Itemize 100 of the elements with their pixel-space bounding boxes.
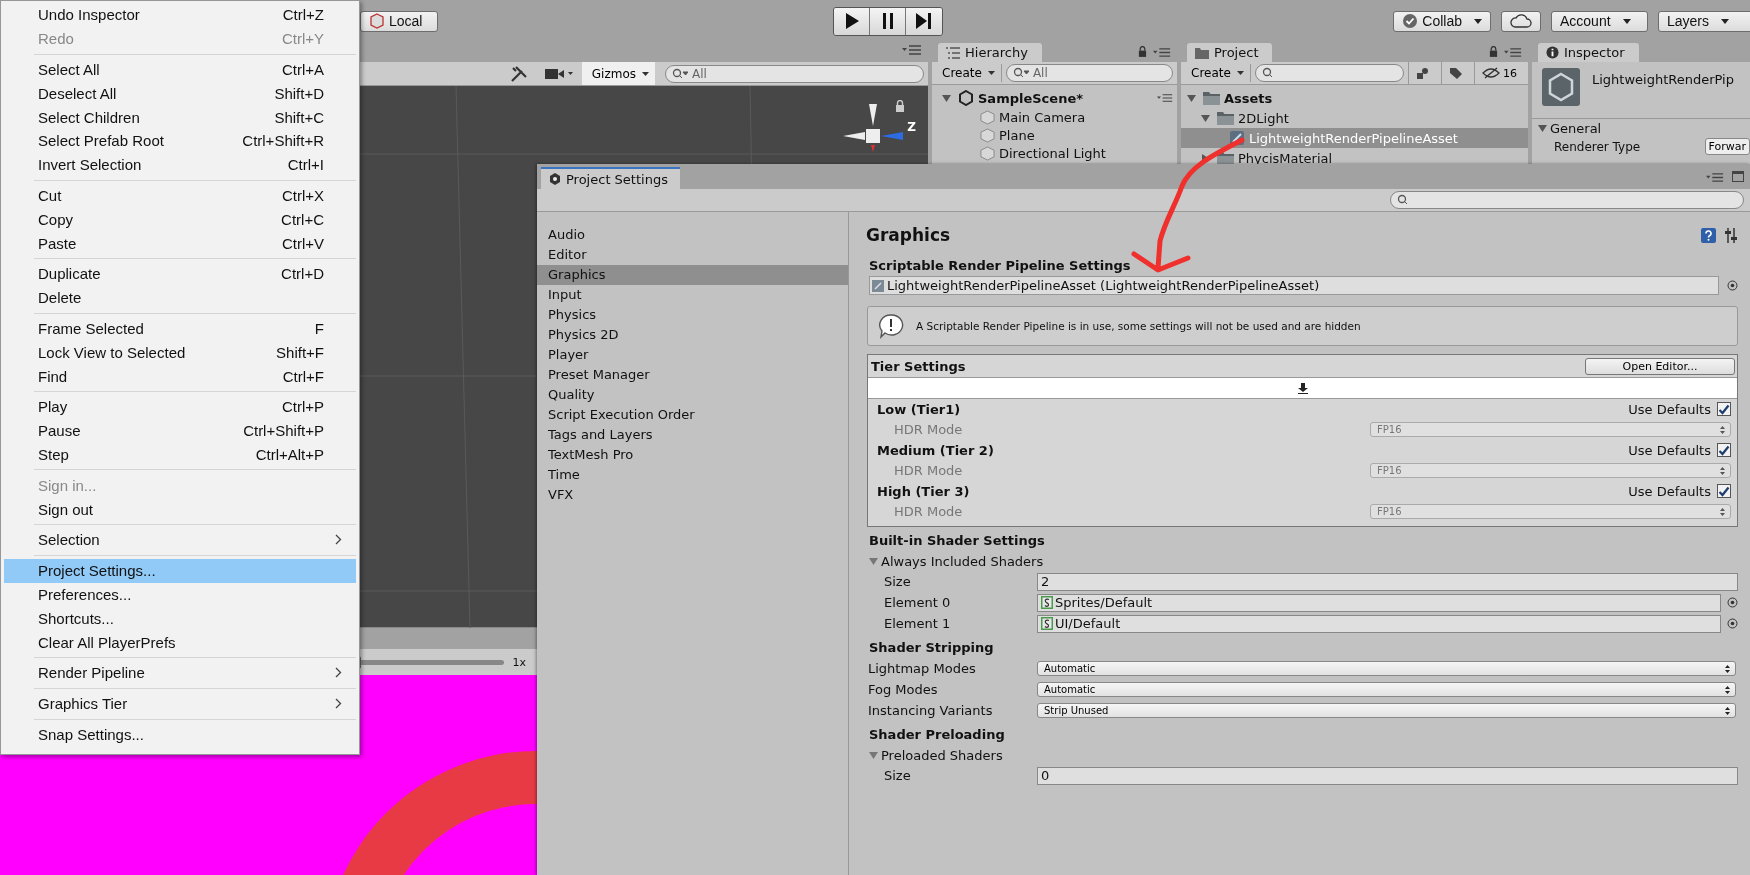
size-field[interactable]: 0 <box>1037 766 1738 785</box>
settings-category[interactable]: Preset Manager <box>537 365 848 385</box>
scene-name[interactable]: SampleScene* <box>978 90 1083 106</box>
foldout-triangle-icon[interactable] <box>1201 113 1210 123</box>
menu-item[interactable]: Cut Ctrl+X <box>4 183 356 208</box>
stripping-dropdown[interactable]: Strip Unused <box>1037 703 1736 718</box>
lock-icon[interactable] <box>895 100 905 112</box>
settings-category[interactable]: Script Execution Order <box>537 405 848 425</box>
menu-item[interactable]: Delete <box>4 285 356 310</box>
pivot-button[interactable]: Local <box>360 10 438 32</box>
layers-dropdown[interactable]: Layers <box>1658 10 1750 32</box>
menu-item[interactable]: Find Ctrl+F <box>4 364 356 388</box>
hidden-packages-button[interactable]: 16 <box>1474 62 1524 84</box>
tools-icon[interactable] <box>509 64 528 83</box>
menu-item[interactable]: Lock View to Selected Shift+F <box>4 340 356 365</box>
download-arrow-icon[interactable] <box>1297 382 1308 394</box>
section-foldout[interactable]: General <box>1532 119 1750 138</box>
panel-menu-icon[interactable] <box>902 44 922 55</box>
shader-field[interactable]: Sprites/Default <box>1037 593 1721 612</box>
menu-item[interactable]: Deselect All Shift+D <box>4 81 356 106</box>
menu-item[interactable]: Selection <box>4 527 356 552</box>
panel-menu-icon[interactable] <box>1504 48 1522 57</box>
axis-gizmo-drawing[interactable] <box>843 102 904 152</box>
help-icon[interactable] <box>1701 227 1716 243</box>
camera-icon[interactable] <box>543 66 574 81</box>
project-tree-item[interactable]: 2DLight <box>1181 108 1528 128</box>
shader-field[interactable]: UI/Default <box>1037 614 1721 633</box>
pause-button[interactable] <box>870 7 906 35</box>
menu-item[interactable]: Step Ctrl+Alt+P <box>4 442 356 467</box>
lock-icon[interactable] <box>1489 46 1498 57</box>
settings-category[interactable]: Physics <box>537 305 848 325</box>
menu-item[interactable]: Project Settings... <box>4 558 356 583</box>
menu-item[interactable]: Play Ctrl+P <box>4 394 356 419</box>
foldout-triangle-icon[interactable] <box>1187 93 1196 103</box>
menu-item[interactable]: Copy Ctrl+C <box>4 207 356 232</box>
panel-menu-icon[interactable] <box>1706 173 1724 182</box>
project-tree-item[interactable]: Assets <box>1181 88 1528 108</box>
menu-item[interactable]: Invert Selection Ctrl+I <box>4 152 356 177</box>
hierarchy-search-field[interactable]: All <box>1005 64 1173 82</box>
settings-search-field[interactable] <box>1390 191 1744 209</box>
gizmos-dropdown[interactable]: Gizmos <box>581 62 655 85</box>
stripping-dropdown[interactable]: Automatic <box>1037 661 1736 676</box>
project-search-field[interactable] <box>1254 64 1404 82</box>
menu-item[interactable]: Frame Selected F <box>4 316 356 341</box>
play-button[interactable] <box>834 7 870 35</box>
menu-item[interactable]: Duplicate Ctrl+D <box>4 261 356 286</box>
scene-menu-icon[interactable] <box>1157 94 1173 102</box>
settings-category[interactable]: Audio <box>537 225 848 245</box>
use-defaults-checkbox[interactable] <box>1717 402 1731 417</box>
inspector-tab[interactable]: Inspector <box>1538 43 1639 62</box>
shaders-foldout[interactable]: Preloaded Shaders <box>866 745 1738 765</box>
hierarchy-item[interactable]: Main Camera <box>932 108 1177 126</box>
menu-item[interactable]: Shortcuts... <box>4 606 356 631</box>
use-defaults-checkbox[interactable] <box>1717 443 1731 458</box>
renderer-type-dropdown[interactable]: Forwar <box>1704 138 1750 155</box>
settings-category[interactable]: Time <box>537 465 848 485</box>
use-defaults-checkbox[interactable] <box>1717 484 1731 499</box>
hierarchy-item[interactable]: Plane <box>932 126 1177 144</box>
menu-item[interactable]: Select Children Shift+C <box>4 105 356 129</box>
menu-item[interactable]: Graphics Tier <box>4 691 356 716</box>
settings-category[interactable]: TextMesh Pro <box>537 445 848 465</box>
settings-category[interactable]: Input <box>537 285 848 305</box>
sliders-icon[interactable] <box>1724 227 1738 243</box>
object-picker-icon[interactable] <box>1727 618 1738 629</box>
menu-item[interactable]: Paste Ctrl+V <box>4 231 356 255</box>
account-dropdown[interactable]: Account <box>1551 10 1648 32</box>
project-tab[interactable]: Project <box>1187 43 1273 62</box>
pipeline-asset-field[interactable]: LightweightRenderPipelineAsset (LightweightRenderPipelineAsset) <box>869 276 1719 295</box>
project-settings-tab[interactable]: Project Settings <box>541 167 680 189</box>
settings-category[interactable]: Quality <box>537 385 848 405</box>
lock-icon[interactable] <box>1138 46 1147 57</box>
menu-item[interactable]: Select Prefab Root Ctrl+Shift+R <box>4 129 356 153</box>
settings-category[interactable]: Graphics <box>537 265 848 285</box>
object-picker-icon[interactable] <box>1727 597 1738 608</box>
menu-item[interactable]: Undo Inspector Ctrl+Z <box>4 3 356 27</box>
hierarchy-tab[interactable]: Hierarchy <box>938 43 1042 62</box>
hierarchy-item[interactable]: Directional Light <box>932 144 1177 162</box>
shaders-foldout[interactable]: Always Included Shaders <box>866 551 1738 571</box>
menu-item[interactable]: Clear All PlayerPrefs <box>4 630 356 654</box>
stripping-dropdown[interactable]: Automatic <box>1037 682 1736 697</box>
scene-search-field[interactable]: All <box>665 64 924 83</box>
settings-category[interactable]: Editor <box>537 245 848 265</box>
menu-item[interactable]: Snap Settings... <box>4 722 356 747</box>
panel-menu-icon[interactable] <box>1153 48 1171 57</box>
menu-item[interactable]: Pause Ctrl+Shift+P <box>4 418 356 443</box>
menu-item[interactable]: Render Pipeline <box>4 660 356 685</box>
foldout-triangle-icon[interactable] <box>942 93 951 103</box>
settings-category[interactable]: Physics 2D <box>537 325 848 345</box>
open-editor-button[interactable]: Open Editor... <box>1585 357 1735 375</box>
maximize-icon[interactable] <box>1732 171 1744 182</box>
menu-item[interactable]: Sign out <box>4 497 356 521</box>
create-dropdown[interactable]: Create <box>936 64 1002 82</box>
step-button[interactable] <box>906 7 942 35</box>
collab-dropdown[interactable]: Collab <box>1393 10 1491 32</box>
foldout-triangle-icon[interactable] <box>869 556 878 566</box>
settings-category[interactable]: Player <box>537 345 848 365</box>
settings-category[interactable]: VFX <box>537 485 848 505</box>
object-picker-icon[interactable] <box>1727 280 1738 291</box>
foldout-triangle-icon[interactable] <box>869 750 878 760</box>
size-field[interactable]: 2 <box>1037 572 1738 591</box>
